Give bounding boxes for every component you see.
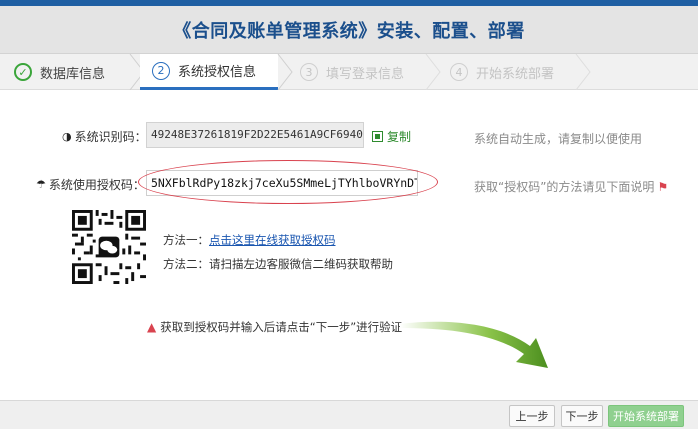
next-button[interactable]: 下一步 [561, 405, 603, 427]
step-login-info[interactable]: 3 填写登录信息 [278, 54, 428, 90]
start-deploy-button[interactable]: 开始系统部署 [608, 405, 684, 427]
wechat-qr-code [72, 210, 146, 284]
auth-code-input[interactable]: 5NXFblRdPy18zkj7ceXu5SMmeLjTYhlboVRYnDT0… [146, 170, 418, 196]
method-one: 方法一：点击这里在线获取授权码 [163, 233, 336, 247]
header: 《合同及账单管理系统》安装、配置、部署 [0, 6, 698, 54]
step-chevron-icon [575, 54, 591, 90]
step-label: 填写登录信息 [326, 66, 405, 82]
method-two: 方法二：请扫描左边客服微信二维码获取帮助 [163, 257, 393, 271]
step-deploy[interactable]: 4 开始系统部署 [428, 54, 578, 90]
notice: ▲ 获取到授权码并输入后请点击“下一步”进行验证 [147, 320, 403, 334]
step-number: 2 [152, 61, 170, 80]
step-database[interactable]: ✓ 数据库信息 [0, 54, 140, 90]
machine-code-label: ◑ 系统识别码： * [62, 128, 155, 145]
step-label: 数据库信息 [40, 66, 106, 82]
step-authorization[interactable]: 2 系统授权信息 [140, 54, 278, 90]
machine-code-hint: 系统自动生成，请复制以便使用 [474, 132, 643, 146]
step-label: 开始系统部署 [476, 66, 555, 82]
arrow-icon [400, 321, 548, 368]
lightbulb-icon: ⚑ [657, 180, 669, 194]
auth-code-label: ☂ 系统使用授权码： * [36, 176, 153, 193]
step-label: 系统授权信息 [178, 65, 257, 80]
online-auth-link[interactable]: 点击这里在线获取授权码 [209, 233, 336, 247]
wizard-steps: ✓ 数据库信息 2 系统授权信息 3 填写登录信息 4 开始系统部署 [0, 54, 698, 90]
previous-button[interactable]: 上一步 [509, 405, 555, 427]
copy-icon [372, 131, 383, 142]
auth-code-hint: 获取“授权码”的方法请见下面说明 ⚑ [474, 180, 669, 194]
step-number: 3 [300, 63, 318, 81]
step-number: 4 [450, 63, 468, 81]
machine-code-field[interactable]: 49248E37261819F2D22E5461A9CF69407 [146, 122, 364, 148]
check-icon: ✓ [14, 63, 32, 81]
copy-button[interactable]: 复制 [372, 128, 411, 145]
warning-icon: ▲ [147, 320, 157, 334]
shield-icon: ◑ [62, 130, 72, 143]
page-title: 《合同及账单管理系统》安装、配置、部署 [173, 20, 525, 42]
umbrella-icon: ☂ [36, 178, 46, 191]
